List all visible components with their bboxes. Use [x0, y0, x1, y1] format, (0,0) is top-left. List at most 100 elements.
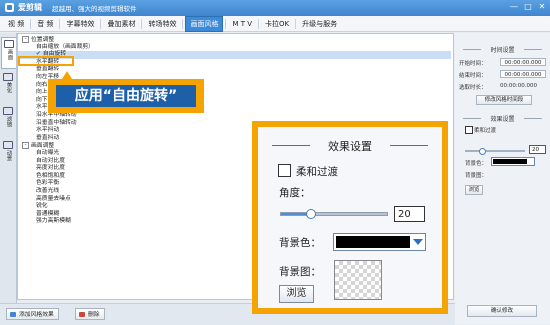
menu-item[interactable]: 卡拉OK [261, 17, 293, 31]
start-time-label: 开始时间： [459, 61, 487, 67]
expander-icon[interactable]: - [22, 36, 29, 43]
list-item-label: 高质量去噪点 [36, 195, 71, 202]
filter-icon [3, 107, 13, 115]
side-tab[interactable]: 动景 [1, 139, 15, 169]
chevron-down-icon[interactable] [413, 239, 423, 245]
effect-settings-header: 效果设置 [455, 114, 550, 123]
soft-transition-checkbox[interactable] [465, 126, 473, 134]
list-item[interactable]: 水平翻转 [18, 59, 451, 67]
menu-separator [30, 18, 32, 29]
duration-label: 选取时长： [459, 85, 487, 91]
side-tab[interactable]: 画面 [1, 37, 16, 69]
menu-item[interactable]: M T V [228, 18, 256, 30]
browse-button[interactable]: 浏览 [279, 285, 314, 303]
angle-slider-large[interactable] [280, 209, 388, 219]
selected-item-highlight [18, 56, 74, 66]
list-item-label: 自动曝光 [36, 150, 60, 156]
start-time-field[interactable]: 00:00:00.000 [500, 58, 546, 66]
right-panel: 时间设置 开始时间： 00:00:00.000 结束时间： 00:00:00.0… [455, 33, 550, 324]
minimize-icon[interactable]: — [510, 3, 518, 11]
end-time-field[interactable]: 00:00:00.000 [500, 70, 546, 78]
callout-arrow [62, 71, 72, 79]
list-item[interactable]: 垂直翻转 [18, 66, 451, 74]
bg-color-select[interactable] [491, 157, 535, 166]
angle-slider[interactable] [465, 148, 525, 155]
list-item[interactable]: ✔ 自由旋转 [18, 51, 451, 59]
side-tab[interactable]: 滤镜 [1, 105, 15, 135]
angle-slider-knob-large[interactable] [305, 209, 316, 219]
menu-separator [225, 18, 227, 29]
soft-transition-label-large: 柔和过渡 [296, 166, 338, 178]
duration-value: 00:00:00.000 [500, 83, 537, 89]
angle-slider-knob[interactable] [479, 148, 486, 155]
maximize-icon[interactable]: □ [524, 3, 532, 11]
list-item-label: 垂直翻转 [36, 66, 60, 73]
menu-item[interactable]: 音 频 [33, 17, 57, 31]
menu-separator [59, 18, 61, 29]
menu-separator [258, 18, 260, 29]
side-tabs: 画面 美化 滤镜 动景 [0, 33, 17, 303]
delete-label: 删除 [88, 312, 100, 318]
soft-transition-checkbox-large[interactable] [278, 164, 291, 177]
delete-icon [79, 312, 85, 317]
list-item-label: 水平抖动 [36, 127, 60, 134]
side-tab[interactable]: 美化 [1, 71, 15, 101]
side-tab-label: 动景 [5, 150, 12, 161]
menu-item[interactable]: 转场特效 [144, 17, 180, 31]
list-item[interactable]: 自由缩放（画面裁剪） [18, 44, 451, 52]
menu-item[interactable]: 视 频 [4, 17, 28, 31]
menu-separator [182, 18, 184, 29]
angle-input-large[interactable]: 20 [394, 206, 425, 222]
menu-separator [100, 18, 102, 29]
menu-separator [141, 18, 143, 29]
modify-time-button[interactable]: 修改风格时间段 [476, 95, 532, 105]
bg-color-select-large[interactable] [333, 233, 426, 251]
list-item-label: 画面调整 [31, 143, 55, 150]
callout-text: 应用“自由旋转” [56, 85, 196, 107]
menu-item[interactable]: 升级与服务 [298, 17, 341, 31]
list-item-label: 色彩平衡 [36, 180, 60, 187]
side-tab-label: 滤镜 [5, 116, 12, 127]
callout-banner: 应用“自由旋转” [48, 79, 204, 113]
end-time-label: 结束时间： [459, 73, 487, 79]
app-name: 爱剪辑 [18, 3, 42, 12]
bg-image-preview [334, 260, 382, 300]
list-group[interactable]: - 位置调整 [18, 36, 451, 44]
list-item-label: 普通模糊 [36, 210, 60, 217]
zoom-title: 效果设置 [258, 138, 442, 154]
window-controls: — □ ✕ [510, 3, 546, 11]
list-item[interactable]: 沿水平中轴转动 [18, 112, 451, 120]
bg-color-label-large: 背景色： [279, 237, 321, 249]
app-slogan: 超越用、强大的视频剪辑软件 [52, 5, 137, 13]
add-effect-icon [10, 312, 16, 317]
menu-item[interactable]: 字幕特效 [62, 17, 98, 31]
bg-color-swatch [493, 159, 527, 164]
list-item-label: 垂直抖动 [36, 134, 60, 141]
picture-icon [4, 40, 14, 48]
angle-label: 角度： [279, 187, 311, 199]
menu-item[interactable]: 画面风格 [185, 15, 224, 32]
angle-input[interactable]: 20 [529, 145, 546, 154]
soft-transition-label: 柔和过渡 [474, 128, 497, 134]
motion-icon [3, 141, 13, 149]
add-effect-button[interactable]: 添加风格效果 [6, 308, 59, 320]
browse-button-small[interactable]: 浏览 [465, 185, 483, 195]
list-item-label: 强力高斯模糊 [36, 218, 71, 225]
list-item-label: 沿垂直中轴转动 [36, 119, 77, 126]
confirm-modify-button[interactable]: 确认修改 [467, 305, 537, 317]
bg-color-swatch-large [336, 236, 410, 248]
list-item-label: 位置调整 [31, 37, 55, 43]
list-item-label: 锐化 [36, 203, 48, 210]
bg-color-label: 背景色： [465, 161, 488, 167]
bg-image-label: 背景图： [465, 173, 488, 179]
expander-icon[interactable]: - [22, 142, 29, 150]
menu-item[interactable]: 叠加素材 [103, 17, 139, 31]
list-item-label: 自动对比度 [36, 157, 65, 164]
close-icon[interactable]: ✕ [538, 3, 546, 11]
menu-separator [295, 18, 297, 29]
side-tab-label: 美化 [5, 82, 12, 93]
delete-button[interactable]: 删除 [75, 308, 105, 320]
list-item-label: 改善光线 [36, 188, 60, 194]
bg-image-label-large: 背景图： [279, 266, 321, 278]
add-effect-label: 添加风格效果 [19, 312, 54, 318]
